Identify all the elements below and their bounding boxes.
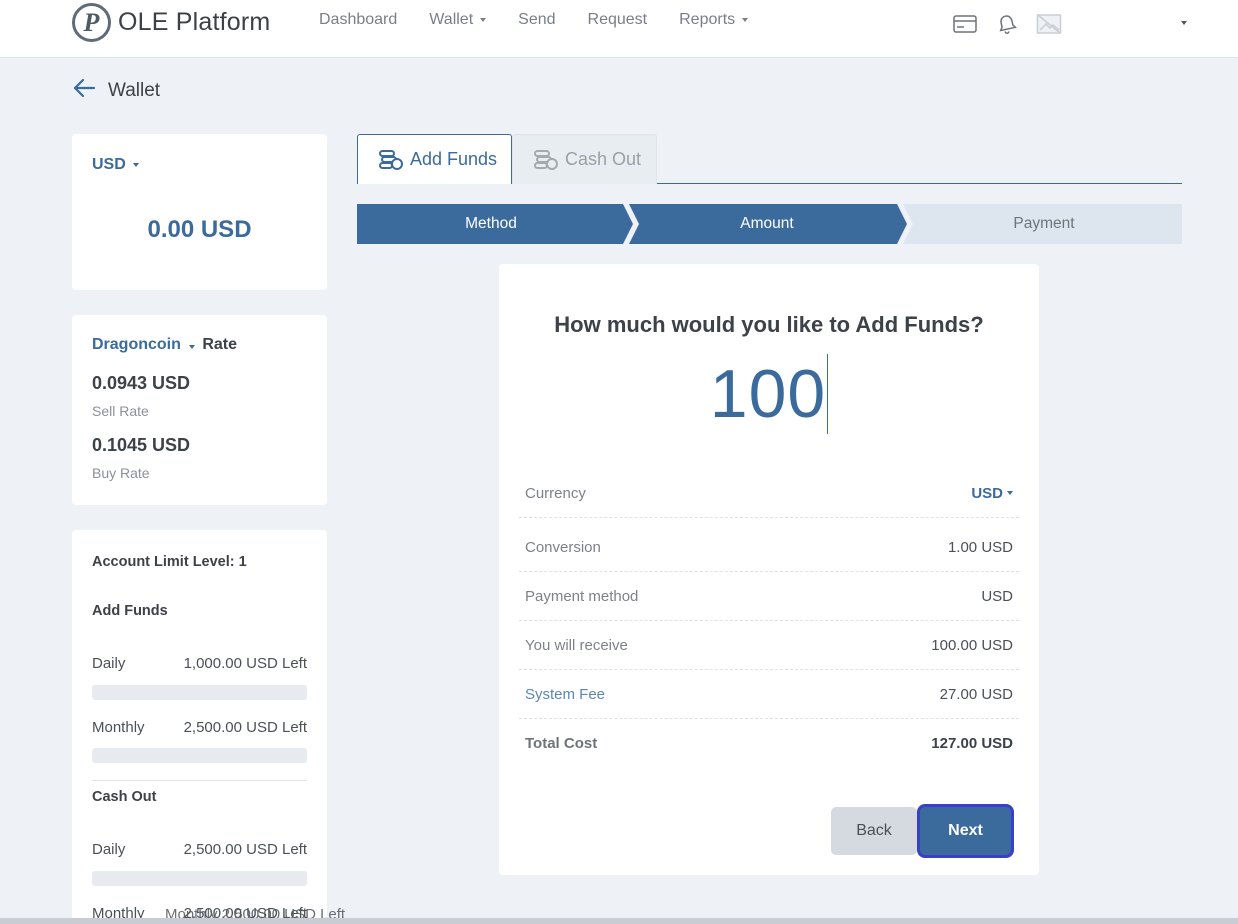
buy-rate-label: Buy Rate: [92, 465, 150, 481]
add-funds-panel: How much would you like to Add Funds? 10…: [499, 264, 1039, 875]
chevron-down-icon: [189, 345, 196, 349]
page-header: Wallet: [72, 78, 160, 103]
coins-icon: [379, 149, 403, 170]
currency-select-value: USD: [971, 484, 1003, 502]
topbar-actions: [952, 11, 1078, 37]
rate-label: Rate: [202, 336, 238, 353]
rate-card: Dragoncoin Rate 0.0943 USD Sell Rate 0.1…: [72, 315, 327, 505]
main-nav: Dashboard Wallet Send Request Reports: [319, 11, 780, 29]
balance-amount: 0.00 USD: [147, 216, 252, 243]
top-navbar: P OLE Platform Dashboard Wallet Send Req…: [0, 0, 1238, 58]
amount-question: How much would you like to Add Funds?: [554, 312, 984, 337]
logo-mark-icon: P: [72, 3, 111, 42]
rate-title: Dragoncoin Rate: [92, 336, 237, 354]
chevron-down-icon: [742, 18, 749, 22]
coin-name: Dragoncoin: [92, 336, 181, 353]
wallet-action-tabs: Add Funds Cash Out: [357, 134, 1182, 184]
nav-send-label: Send: [518, 11, 556, 28]
row-value: USD: [981, 587, 1013, 605]
limit-level: Account Limit Level: 1: [92, 554, 247, 570]
cash-out-daily-progress: [92, 871, 307, 886]
chevron-down-icon: [1007, 491, 1013, 495]
coins-icon: [534, 149, 558, 170]
add-funds-monthly-row: Monthly 2,500.00 USD Left: [92, 719, 307, 736]
horizontal-scrollbar[interactable]: [0, 918, 1238, 924]
row-label: Currency: [525, 484, 586, 502]
currency-row: Currency USD: [519, 469, 1019, 518]
coin-select[interactable]: Dragoncoin: [92, 336, 196, 354]
receive-row: You will receive 100.00 USD: [519, 621, 1019, 670]
balance-currency-label: USD: [92, 156, 126, 173]
card-icon[interactable]: [952, 11, 978, 37]
limit-period-label: Daily: [92, 655, 126, 672]
amount-input-wrap: 100: [499, 354, 1039, 434]
brand-logo[interactable]: P OLE Platform: [72, 3, 270, 42]
tab-add-funds-label: Add Funds: [410, 149, 498, 169]
row-value: 1.00 USD: [947, 538, 1013, 556]
payment-method-row: Payment method USD: [519, 572, 1019, 621]
cash-out-limits-title: Cash Out: [92, 789, 157, 805]
chevron-down-icon: [480, 18, 487, 22]
total-cost-row: Total Cost 127.00 USD: [519, 719, 1019, 768]
limit-remaining-value: 2,500.00 USD Left: [183, 841, 307, 858]
buy-rate-value: 0.1045 USD: [92, 435, 191, 455]
step-method: Method: [465, 215, 517, 232]
user-menu-chevron-down-icon[interactable]: [1181, 21, 1187, 25]
sell-rate-value: 0.0943 USD: [92, 373, 191, 393]
account-limits-card: Account Limit Level: 1 Add Funds Daily 1…: [72, 530, 327, 924]
limit-remaining-value: 2,500.00 USD Left: [183, 719, 307, 736]
next-button[interactable]: Next: [920, 807, 1011, 855]
sell-rate-label: Sell Rate: [92, 403, 149, 419]
tab-add-funds[interactable]: Add Funds: [357, 134, 512, 184]
arrow-left-icon[interactable]: [72, 78, 96, 103]
row-label: Conversion: [525, 538, 601, 556]
row-label: Total Cost: [525, 735, 598, 752]
cash-out-daily-row: Daily 2,500.00 USD Left: [92, 841, 307, 858]
limits-divider: [92, 780, 307, 781]
balance-currency-select[interactable]: USD: [92, 156, 139, 174]
nav-send[interactable]: Send: [518, 11, 555, 29]
balance-card: USD 0.00 USD: [72, 134, 327, 290]
nav-request[interactable]: Request: [588, 11, 648, 29]
tab-cash-out-label: Cash Out: [565, 149, 642, 169]
nav-dashboard-label: Dashboard: [319, 11, 398, 28]
row-value: 27.00 USD: [939, 685, 1013, 703]
add-funds-daily-progress: [92, 685, 307, 700]
limit-remaining-value: 1,000.00 USD Left: [183, 655, 307, 672]
tab-cash-out[interactable]: Cash Out: [512, 134, 657, 184]
row-value: 100.00 USD: [931, 636, 1013, 654]
system-fee-row: System Fee 27.00 USD: [519, 670, 1019, 719]
back-button[interactable]: Back: [831, 807, 917, 855]
system-fee-link[interactable]: System Fee: [525, 686, 605, 703]
step-payment: Payment: [1013, 215, 1075, 232]
row-label: Payment method: [525, 587, 639, 605]
nav-request-label: Request: [587, 11, 648, 28]
row-label: You will receive: [525, 636, 628, 654]
conversion-row: Conversion 1.00 USD: [519, 523, 1019, 572]
nav-dashboard[interactable]: Dashboard: [319, 11, 397, 29]
limit-period-label: Monthly: [92, 719, 145, 736]
add-funds-limits-title: Add Funds: [92, 603, 168, 619]
limit-period-label: Daily: [92, 841, 126, 858]
step-amount: Amount: [740, 215, 794, 232]
nav-wallet-label: Wallet: [429, 11, 474, 28]
bell-icon[interactable]: [994, 11, 1020, 37]
app-name: OLE Platform: [118, 8, 271, 36]
image-placeholder-icon[interactable]: [1036, 11, 1062, 37]
row-value: 127.00 USD: [931, 735, 1013, 752]
add-funds-monthly-progress: [92, 748, 307, 763]
logo-letter: P: [83, 7, 100, 37]
add-funds-daily-row: Daily 1,000.00 USD Left: [92, 655, 307, 672]
currency-select[interactable]: USD: [971, 485, 1013, 502]
nav-reports-label: Reports: [679, 11, 736, 28]
nav-reports[interactable]: Reports: [679, 11, 749, 29]
nav-wallet[interactable]: Wallet: [429, 11, 487, 29]
amount-input[interactable]: 100: [710, 354, 829, 434]
page-title: Wallet: [108, 79, 161, 101]
chevron-down-icon: [132, 163, 139, 167]
